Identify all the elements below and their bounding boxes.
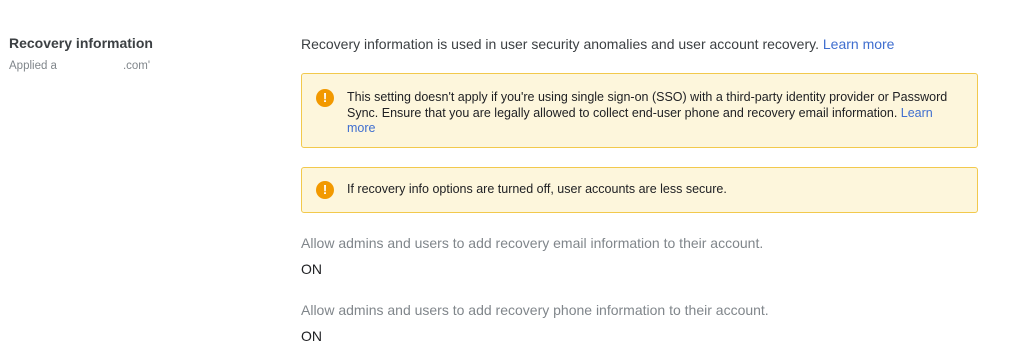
section-content: Recovery information is used in user sec… xyxy=(301,34,978,346)
section-title: Recovery information xyxy=(9,35,153,51)
setting-value: ON xyxy=(301,261,322,277)
recovery-off-warning-notice: ! If recovery info options are turned of… xyxy=(301,167,978,213)
applied-org-unit: Applied a .com' xyxy=(9,59,269,74)
intro-description: Recovery information is used in user sec… xyxy=(301,36,823,52)
setting-label: Allow admins and users to add recovery p… xyxy=(301,302,769,318)
sso-warning-notice: ! This setting doesn't apply if you're u… xyxy=(301,73,978,148)
sso-warning-message: This setting doesn't apply if you're usi… xyxy=(347,90,948,120)
setting-recovery-phone[interactable]: Allow admins and users to add recovery p… xyxy=(301,300,978,346)
warning-icon: ! xyxy=(316,89,334,107)
setting-value: ON xyxy=(301,328,322,344)
setting-recovery-email[interactable]: Allow admins and users to add recovery e… xyxy=(301,233,978,279)
learn-more-link[interactable]: Learn more xyxy=(823,36,895,52)
sso-warning-text: This setting doesn't apply if you're usi… xyxy=(347,90,963,137)
recovery-off-warning-text: If recovery info options are turned off,… xyxy=(347,182,727,197)
applied-suffix: .com' xyxy=(122,60,151,72)
warning-icon: ! xyxy=(316,181,334,199)
intro-text: Recovery information is used in user sec… xyxy=(301,34,978,54)
section-header: Recovery information Applied a .com' xyxy=(9,34,269,74)
applied-prefix: Applied a xyxy=(9,60,57,72)
setting-label: Allow admins and users to add recovery e… xyxy=(301,235,764,251)
